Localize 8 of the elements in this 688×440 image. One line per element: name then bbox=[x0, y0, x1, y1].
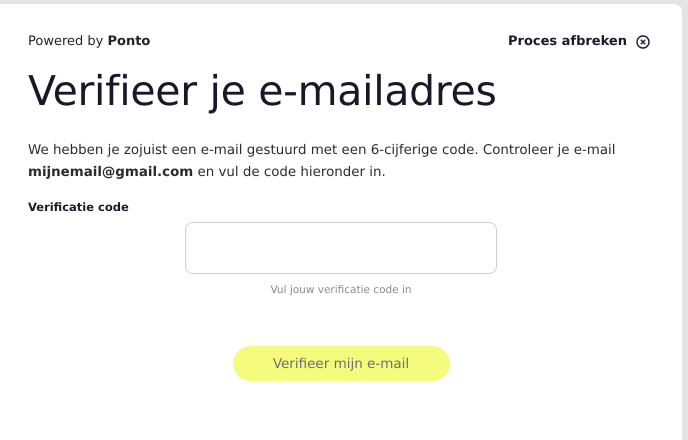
field-hint: Vul jouw verificatie code in bbox=[270, 284, 412, 296]
field-label: Verificatie code bbox=[28, 200, 130, 214]
page-title: Verifieer je e-mailadres bbox=[28, 67, 498, 116]
powered-by-text: Powered by Ponto bbox=[28, 34, 150, 49]
description-text: We hebben je zojuist een e-mail gestuurd met een 6-cijferige code. Controleer je e-mail mijnemail@gmail.com en vul de code hieronder in. bbox=[28, 142, 616, 182]
close-icon bbox=[636, 34, 650, 48]
cancel-button[interactable]: Proces afbreken bbox=[508, 34, 650, 49]
code-input-field[interactable] bbox=[185, 222, 497, 274]
